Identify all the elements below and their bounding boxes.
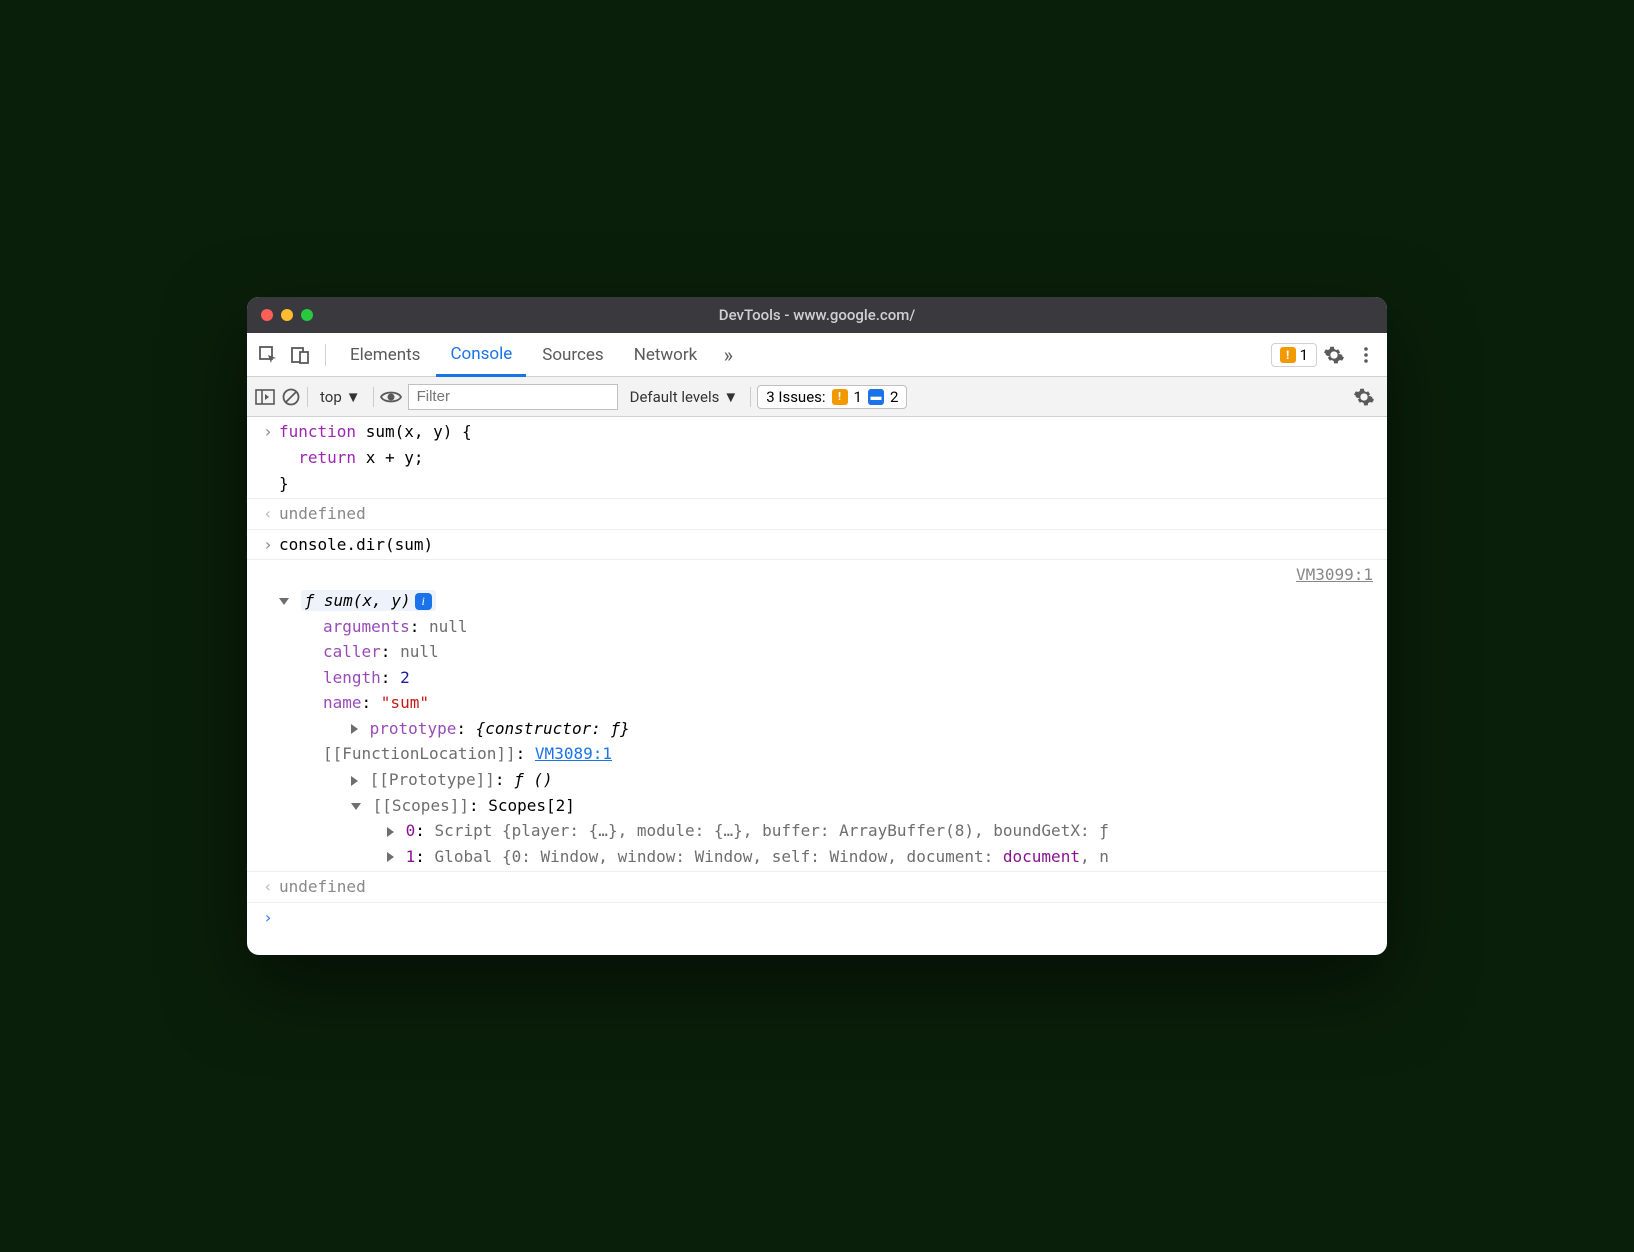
settings-icon[interactable] [1319,340,1349,370]
live-expression-icon[interactable] [380,389,402,405]
source-link[interactable]: VM3099:1 [1296,562,1373,588]
devtools-window: DevTools - www.google.com/ Elements Cons… [247,297,1387,954]
output-value: undefined [279,501,1377,527]
window-title: DevTools - www.google.com/ [247,306,1387,324]
tab-sources[interactable]: Sources [528,333,617,377]
property-row[interactable]: name: "sum" [279,690,1377,716]
console-output: › function sum(x, y) { return x + y; } ‹… [247,417,1387,954]
object-header[interactable]: ƒ sum(x, y)i [279,588,1377,614]
expand-toggle-icon[interactable] [351,724,358,734]
info-icon[interactable]: i [415,593,432,610]
prompt-input[interactable] [279,905,1377,931]
device-toggle-icon[interactable] [285,340,315,370]
property-row[interactable]: [[FunctionLocation]]: VM3089:1 [279,741,1377,767]
separator [373,387,374,407]
kebab-menu-icon[interactable] [1351,340,1381,370]
prompt-marker-icon: › [257,905,279,931]
issues-warn-count: 1 [854,388,862,406]
separator [325,344,326,366]
console-output-row: ‹ undefined [247,499,1387,530]
maximize-window-button[interactable] [301,309,313,321]
console-output-row: ‹ undefined [247,871,1387,903]
property-row[interactable]: length: 2 [279,665,1377,691]
tab-elements[interactable]: Elements [336,333,434,377]
output-marker-icon: ‹ [257,501,279,527]
tab-console[interactable]: Console [436,333,526,377]
property-row[interactable]: [[Scopes]]: Scopes[2] [307,793,1377,819]
traffic-lights [261,309,313,321]
warning-icon: ! [1280,347,1296,363]
property-row[interactable]: prototype: {constructor: ƒ} [307,716,1377,742]
dropdown-icon: ▼ [723,388,738,406]
expand-toggle-icon[interactable] [351,803,361,810]
output-marker-icon: ‹ [257,874,279,900]
input-code: console.dir(sum) [279,532,1377,558]
more-tabs-icon[interactable]: » [713,340,743,370]
separator [750,387,751,407]
expand-toggle-icon[interactable] [387,852,394,862]
input-code: function sum(x, y) { return x + y; } [279,419,1377,496]
main-tabbar: Elements Console Sources Network » ! 1 [247,333,1387,377]
property-row[interactable]: [[Prototype]]: ƒ () [307,767,1377,793]
input-marker-icon: › [257,419,279,496]
levels-label: Default levels [630,388,720,406]
context-label: top [320,388,342,406]
property-row[interactable]: caller: null [279,639,1377,665]
scope-row[interactable]: 0: Script {player: {…}, module: {…}, buf… [325,818,1377,844]
property-value: {constructor: ƒ} [476,719,630,738]
minimize-window-button[interactable] [281,309,293,321]
console-input-row[interactable]: › console.dir(sum) [247,530,1387,561]
expand-toggle-icon[interactable] [279,598,289,605]
close-window-button[interactable] [261,309,273,321]
issues-info-count: 2 [890,388,898,406]
inspect-element-icon[interactable] [253,340,283,370]
context-selector[interactable]: top ▼ [314,386,367,408]
property-row[interactable]: arguments: null [279,614,1377,640]
scope-row[interactable]: 1: Global {0: Window, window: Window, se… [325,844,1377,870]
sidebar-toggle-icon[interactable] [255,389,275,405]
info-icon: ▬ [868,389,884,405]
console-settings-icon[interactable] [1349,382,1379,412]
input-marker-icon: › [257,532,279,558]
issues-label: 3 Issues: [766,388,825,406]
separator [307,387,308,407]
dropdown-icon: ▼ [346,388,361,406]
tab-network[interactable]: Network [620,333,712,377]
expand-toggle-icon[interactable] [351,776,358,786]
function-location-link[interactable]: VM3089:1 [535,744,612,763]
console-input-row[interactable]: › function sum(x, y) { return x + y; } [247,417,1387,499]
clear-console-icon[interactable] [281,387,301,407]
titlebar: DevTools - www.google.com/ [247,297,1387,333]
console-dir-output: VM3099:1 ƒ sum(x, y)i arguments: null ca… [247,560,1387,871]
output-value: undefined [279,874,1377,900]
expand-toggle-icon[interactable] [387,827,394,837]
log-levels-selector[interactable]: Default levels ▼ [624,388,745,406]
warnings-badge[interactable]: ! 1 [1271,343,1317,367]
issues-button[interactable]: 3 Issues: ! 1 ▬ 2 [757,385,907,409]
warning-icon: ! [832,389,848,405]
function-signature: ƒ sum(x, y)i [301,590,436,611]
filter-input[interactable] [408,384,618,410]
console-prompt[interactable]: › [247,903,1387,955]
warning-count: 1 [1300,346,1308,364]
console-toolbar: top ▼ Default levels ▼ 3 Issues: ! 1 ▬ 2 [247,377,1387,417]
